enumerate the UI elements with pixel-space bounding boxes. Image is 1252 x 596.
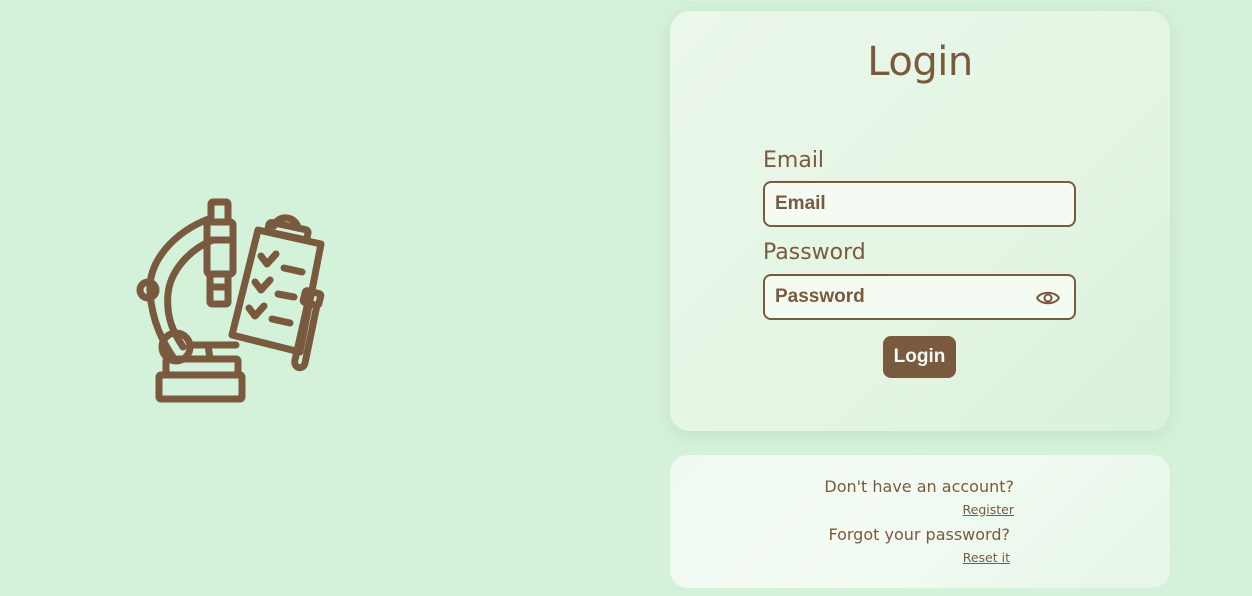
lab-illustration	[128, 192, 338, 412]
forgot-password-text: Forgot your password?	[828, 525, 1010, 544]
register-link[interactable]: Register	[963, 502, 1014, 517]
password-field-container	[763, 274, 1076, 320]
no-account-text: Don't have an account?	[824, 477, 1014, 496]
page-title: Login	[867, 39, 973, 85]
email-field-container	[763, 181, 1076, 227]
login-card: Login Email Password Login	[670, 11, 1170, 431]
password-input[interactable]	[765, 276, 1074, 318]
password-label: Password	[763, 240, 866, 265]
email-label: Email	[763, 148, 825, 173]
email-input[interactable]	[765, 183, 1074, 225]
microscope-clipboard-icon	[136, 198, 325, 403]
eye-icon[interactable]	[1035, 288, 1061, 308]
account-links-card: Don't have an account? Register Forgot y…	[670, 455, 1170, 588]
login-button[interactable]: Login	[883, 336, 956, 378]
reset-password-link[interactable]: Reset it	[963, 550, 1010, 565]
